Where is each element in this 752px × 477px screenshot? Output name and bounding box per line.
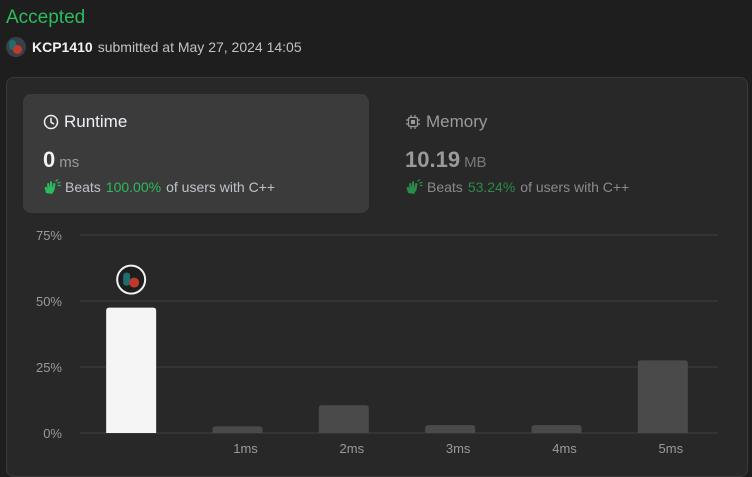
x-tick-label: 1ms	[233, 441, 258, 456]
x-tick-label: 2ms	[340, 441, 365, 456]
distribution-bar[interactable]	[212, 426, 263, 433]
y-tick-label: 0%	[43, 426, 62, 441]
x-tick-label: 4ms	[552, 441, 577, 456]
distribution-bar[interactable]	[531, 425, 582, 433]
y-tick-label: 25%	[36, 360, 62, 375]
y-tick-label: 75%	[36, 228, 62, 243]
highlighted-bar[interactable]	[106, 307, 157, 433]
distribution-bar[interactable]	[637, 360, 688, 433]
avatar-figure	[123, 272, 131, 286]
y-tick-label: 50%	[36, 294, 62, 309]
runtime-distribution-chart: 0% 25% 50% 75% 1ms 2ms 3ms 4ms 5ms	[36, 228, 718, 456]
avatar-figure	[129, 277, 140, 288]
distribution-bar[interactable]	[318, 405, 369, 433]
distribution-bar[interactable]	[425, 425, 476, 433]
x-tick-label: 3ms	[446, 441, 471, 456]
x-tick-label: 5ms	[659, 441, 684, 456]
